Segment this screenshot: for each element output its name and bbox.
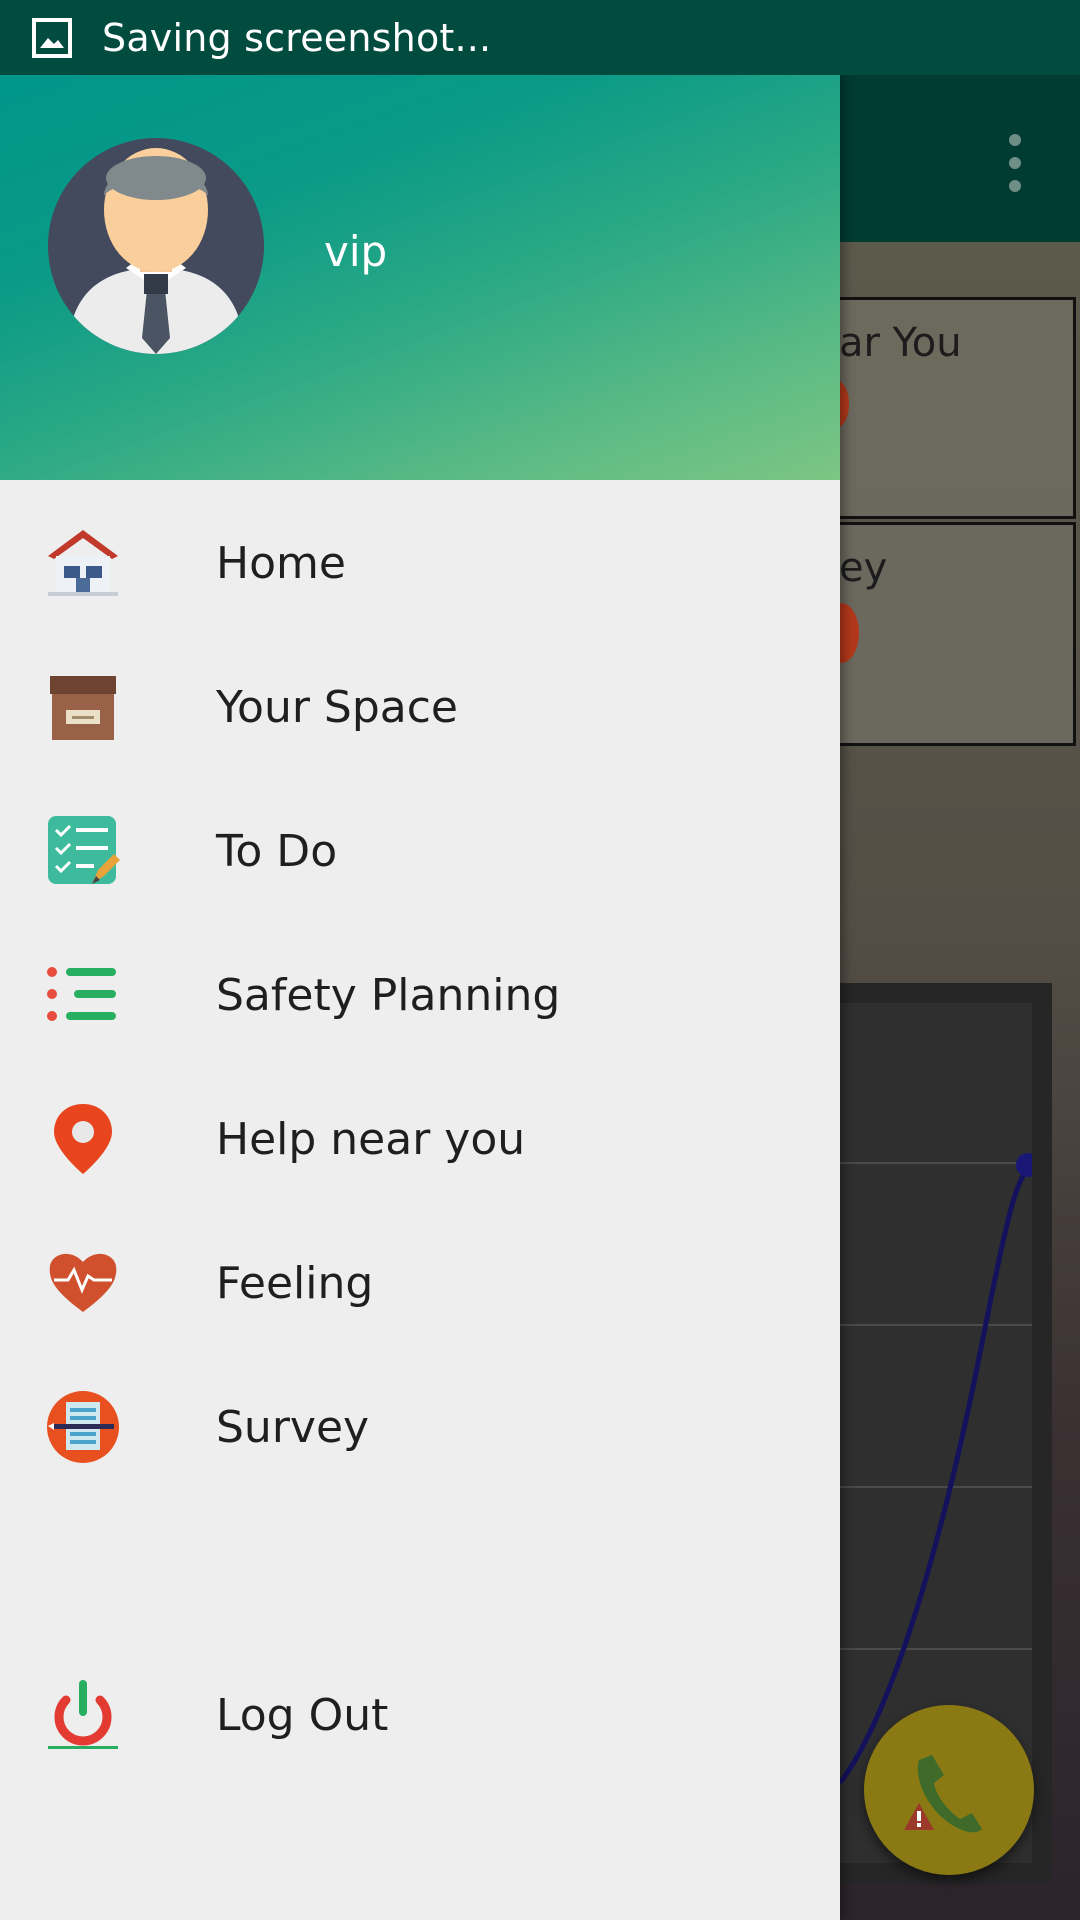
emergency-call-button[interactable] [864,1705,1034,1875]
survey-card[interactable]: ey [820,522,1076,746]
home-icon [48,530,118,596]
menu-item-label: Your Space [216,682,458,733]
box-icon [50,676,116,740]
status-text: Saving screenshot... [102,15,492,60]
menu-item-home[interactable]: Home [0,498,840,628]
menu-item-label: Safety Planning [216,970,561,1021]
phone-alert-icon [904,1755,982,1833]
help-near-card[interactable]: ar You [820,297,1076,519]
survey-icon [47,1391,119,1463]
menu-item-log-out[interactable]: Log Out [0,1650,840,1780]
list-icon [47,967,116,1021]
drawer-header: vip [0,75,840,480]
overflow-menu-icon[interactable] [1008,133,1022,193]
card-label: ar You [839,320,962,366]
navigation-drawer: vip Home Your Space To Do Safety Plannin… [0,75,840,1920]
menu-item-help-near-you[interactable]: Help near you [0,1074,840,1204]
menu-item-feeling[interactable]: Feeling [0,1218,840,1348]
power-icon [48,1680,118,1749]
checklist-icon [48,816,120,884]
username: vip [324,227,388,276]
menu-item-safety-planning[interactable]: Safety Planning [0,930,840,1060]
menu-item-label: Survey [216,1402,370,1453]
menu-item-label: Feeling [216,1258,374,1309]
image-icon [32,17,72,58]
card-label: ey [839,545,888,591]
menu-item-label: Help near you [216,1114,526,1165]
status-bar: Saving screenshot... [0,0,1080,75]
location-pin-icon [54,1104,112,1174]
avatar[interactable] [48,138,264,354]
menu-item-survey[interactable]: Survey [0,1362,840,1492]
menu-item-label: To Do [216,826,338,877]
menu-item-your-space[interactable]: Your Space [0,642,840,772]
menu-item-label: Home [216,538,346,589]
heart-pulse-icon [49,1253,117,1312]
menu-item-to-do[interactable]: To Do [0,786,840,916]
menu-item-label: Log Out [216,1690,389,1741]
